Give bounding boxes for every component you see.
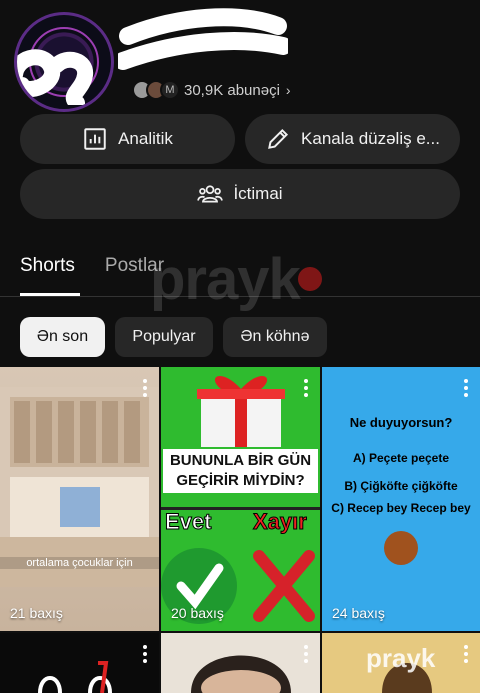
more-options-icon[interactable] xyxy=(304,645,308,663)
more-options-icon[interactable] xyxy=(143,379,147,397)
more-options-icon[interactable] xyxy=(143,645,147,663)
view-count: 20 baxış xyxy=(171,605,224,621)
thumbnail-image xyxy=(191,655,291,693)
gift-box-icon xyxy=(161,367,320,447)
monkey-icon xyxy=(384,531,418,565)
video-caption: BUNUNLA BİR GÜN GEÇİRİR MİYDİN? xyxy=(163,449,318,493)
video-tile[interactable]: Ne duyuyorsun? A) Peçete peçete B) Çiğkö… xyxy=(322,367,480,631)
video-tile[interactable] xyxy=(0,633,159,693)
video-question: Ne duyuyorsun? xyxy=(349,415,453,430)
view-count: 21 baxış xyxy=(10,605,63,621)
subscriber-row[interactable]: M 30,9K abunəçi › xyxy=(132,80,291,100)
analytics-label: Analitik xyxy=(118,129,173,148)
edit-channel-label: Kanala düzəliş e... xyxy=(301,129,440,148)
people-icon xyxy=(197,185,224,203)
filter-chip-popular[interactable]: Populyar xyxy=(115,317,213,357)
analytics-button[interactable]: Analitik xyxy=(20,114,235,164)
channel-name-redaction xyxy=(118,8,288,70)
community-label: İctimai xyxy=(233,184,283,203)
filter-chip-oldest[interactable]: Ən köhnə xyxy=(223,317,327,357)
more-options-icon[interactable] xyxy=(304,379,308,397)
edit-channel-button[interactable]: Kanala düzəliş e... xyxy=(245,114,460,164)
video-tile[interactable]: ortalama çocuklar için 21 baxış xyxy=(0,367,159,631)
video-tile[interactable]: prayk xyxy=(322,633,480,693)
thumbnail-image xyxy=(38,661,112,693)
view-count: 24 baxış xyxy=(332,605,385,621)
answer-no: Xayır xyxy=(253,509,308,535)
filter-chip-latest[interactable]: Ən son xyxy=(20,317,105,357)
video-option: C) Recep bey Recep bey xyxy=(331,501,471,515)
channel-avatar[interactable] xyxy=(14,12,114,112)
watermark: prayk xyxy=(150,246,322,313)
subscriber-count: 30,9K abunəçi xyxy=(184,81,280,99)
chevron-right-icon: › xyxy=(285,82,291,98)
video-option: B) Çiğköfte çiğköfte xyxy=(344,479,458,493)
video-tile[interactable] xyxy=(161,633,320,693)
video-caption: ortalama çocuklar için xyxy=(0,557,159,569)
video-option: A) Peçete peçete xyxy=(352,451,450,465)
bar-chart-icon xyxy=(84,128,106,150)
content-tabs: Shorts Postlar xyxy=(20,255,164,277)
subscriber-avatars: M xyxy=(132,80,180,100)
tab-shorts[interactable]: Shorts xyxy=(20,255,75,277)
more-options-icon[interactable] xyxy=(464,645,468,663)
pencil-icon xyxy=(268,128,289,149)
avatar-redaction xyxy=(17,49,93,105)
community-button[interactable]: İctimai xyxy=(20,169,460,219)
video-tile[interactable]: BUNUNLA BİR GÜN GEÇİRİR MİYDİN? Evet Xay… xyxy=(161,367,320,631)
more-options-icon[interactable] xyxy=(464,379,468,397)
watermark: prayk xyxy=(366,643,436,673)
answer-yes: Evet xyxy=(164,509,212,535)
